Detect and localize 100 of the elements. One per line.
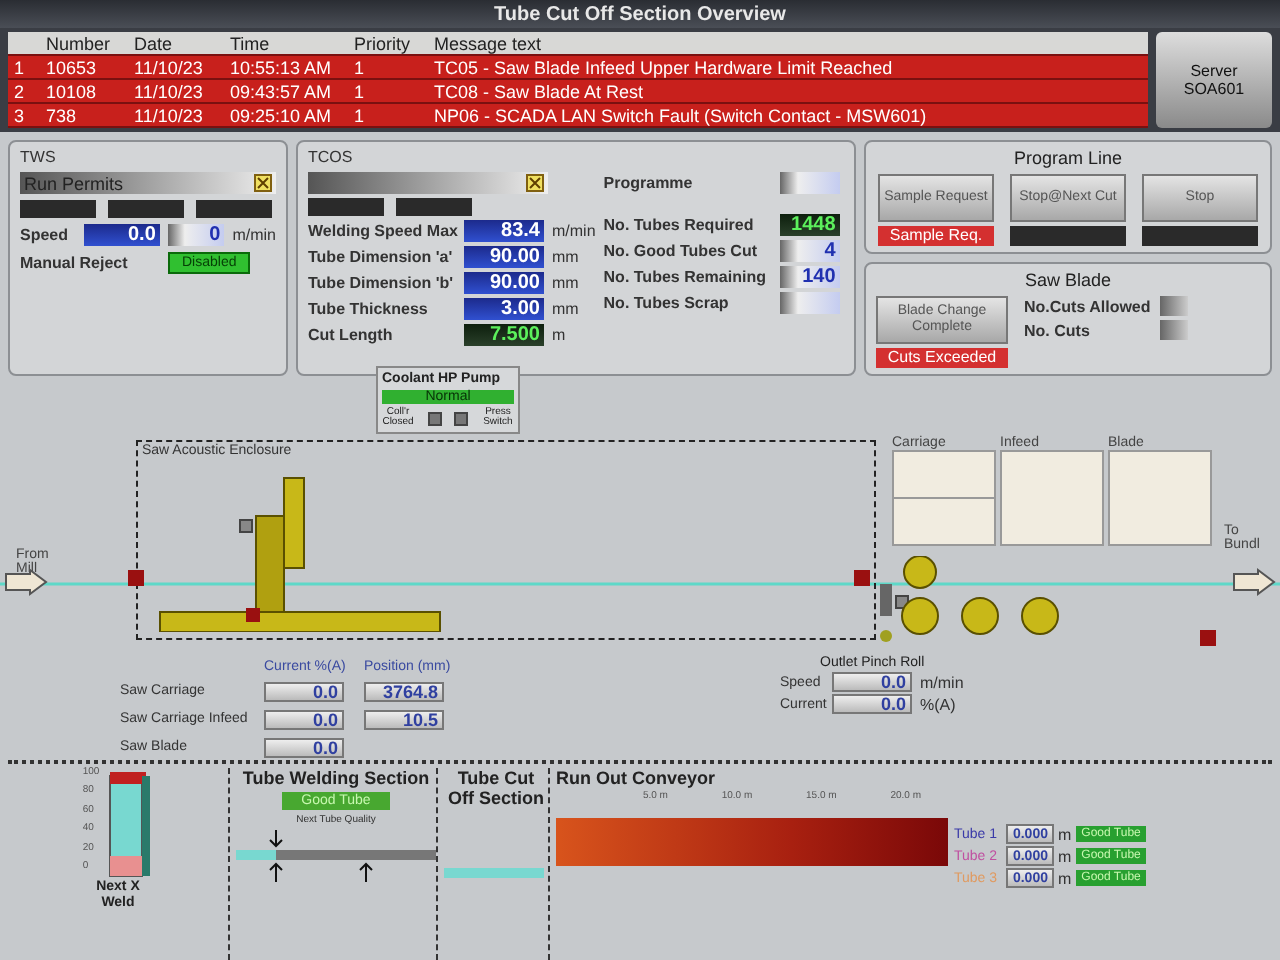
panel-title: Saw Blade bbox=[1022, 270, 1114, 290]
column-header: Time bbox=[228, 32, 272, 56]
sensor-icon bbox=[854, 570, 870, 586]
unit-label: m bbox=[552, 326, 566, 344]
programme-label: Programme bbox=[603, 174, 695, 192]
position-value: 10.5 bbox=[364, 709, 444, 729]
programme-field[interactable] bbox=[779, 172, 840, 194]
section-title: Run Out Conveyor bbox=[556, 768, 718, 788]
table-cell-text: 1 bbox=[352, 80, 367, 104]
table-cell-text: 10108 bbox=[44, 80, 99, 104]
unit-label: %(A) bbox=[920, 695, 956, 713]
unit-label: m/min bbox=[232, 226, 276, 244]
unit-label: m bbox=[1058, 869, 1072, 887]
sensor-icon bbox=[128, 570, 144, 586]
indicator-lamp bbox=[196, 200, 272, 218]
table-cell-text: TC05 - Saw Blade Infeed Upper Hardware Limit Reached bbox=[432, 56, 895, 80]
table-cell-text: TC08 - Saw Blade At Rest bbox=[432, 80, 646, 104]
parameter-label: Cut Length bbox=[308, 326, 395, 344]
current-value: 0.0 bbox=[264, 737, 344, 757]
parameter-value: 90.00 bbox=[464, 246, 544, 268]
counter-label: No. Tubes Scrap bbox=[603, 294, 731, 312]
counter-label: No. Tubes Required bbox=[603, 216, 756, 234]
counter-value: 4 bbox=[779, 240, 840, 262]
sensor-icon bbox=[1200, 630, 1216, 646]
counter-value bbox=[779, 292, 840, 314]
reading-value: 0.0 bbox=[832, 694, 912, 714]
table-cell-text: 11/10/23 bbox=[132, 104, 205, 128]
panel-title: Program Line bbox=[1011, 148, 1125, 168]
unit-label: mm bbox=[552, 300, 579, 318]
table-cell-text: 1 bbox=[352, 56, 367, 80]
unit-label: m/min bbox=[552, 222, 596, 240]
server-name: SOA601 bbox=[1183, 80, 1245, 98]
parameter-value: 3.00 bbox=[464, 298, 544, 320]
panel-title: TCOS bbox=[308, 148, 355, 166]
reading-value: 0.0 bbox=[832, 672, 912, 692]
table-cell-text: 1 bbox=[352, 104, 367, 128]
unit-label: m/min bbox=[920, 673, 964, 691]
tube-track-drawing bbox=[444, 868, 544, 878]
counter-label: No. Good Tubes Cut bbox=[603, 242, 760, 260]
table-cell-text: 11/10/23 bbox=[132, 80, 205, 104]
current-value: 0.0 bbox=[264, 681, 344, 701]
alarm-row[interactable]: 1 10653 11/10/23 10:55:13 AM 1 TC05 - Saw Blade Infeed Upper Hardware Limit Reached bbox=[8, 56, 1148, 80]
position-value: 3764.8 bbox=[364, 681, 444, 701]
indicator-lamp bbox=[308, 198, 384, 216]
column-header: Message text bbox=[432, 32, 544, 56]
column-header: Priority bbox=[352, 32, 413, 56]
station-panel bbox=[1108, 450, 1212, 546]
parameter-value: 90.00 bbox=[464, 272, 544, 294]
current-value: 0.0 bbox=[264, 709, 344, 729]
parameter-label: Tube Thickness bbox=[308, 300, 430, 318]
speed-setpoint-field[interactable]: 0 bbox=[167, 224, 225, 246]
table-cell-text: 11/10/23 bbox=[132, 56, 205, 80]
alarm-row[interactable]: 3 738 11/10/23 09:25:10 AM 1 NP06 - SCADA LAN Switch Fault (Switch Contact - MSW601) bbox=[8, 104, 1148, 128]
value-field bbox=[1160, 296, 1188, 316]
table-cell-text: NP06 - SCADA LAN Switch Fault (Switch Contact - MSW601) bbox=[432, 104, 929, 128]
unit-label: m bbox=[1058, 847, 1072, 865]
value-field bbox=[1160, 320, 1188, 340]
unit-label: mm bbox=[552, 274, 579, 292]
screen-title: Tube Cut Off Section Overview bbox=[0, 0, 1280, 28]
x-mark-icon bbox=[526, 174, 544, 192]
alarm-row[interactable]: 2 10108 11/10/23 09:43:57 AM 1 TC08 - Saw Blade At Rest bbox=[8, 80, 1148, 104]
parameter-label: Tube Dimension 'a' bbox=[308, 248, 455, 266]
indicator-lamp bbox=[20, 200, 96, 218]
station-panel bbox=[1000, 450, 1104, 546]
table-cell-text: 09:25:10 AM bbox=[228, 104, 334, 128]
arrow-right-icon bbox=[4, 568, 48, 596]
unit-label: mm bbox=[552, 248, 579, 266]
table-cell-text: 2 bbox=[12, 80, 27, 104]
counter-value: 1448 bbox=[779, 214, 840, 236]
table-cell-text: 3 bbox=[12, 104, 27, 128]
table-cell-text: 10:55:13 AM bbox=[228, 56, 334, 80]
counter-value: 140 bbox=[779, 266, 840, 288]
x-mark-icon bbox=[254, 174, 272, 192]
speed-value: 0.0 bbox=[84, 224, 160, 246]
table-cell-text: 09:43:57 AM bbox=[228, 80, 334, 104]
column-header: Date bbox=[132, 32, 175, 56]
field-label: No.Cuts Allowed bbox=[1024, 297, 1152, 315]
speed-label: Speed bbox=[20, 226, 71, 244]
parameter-value: 83.4 bbox=[464, 220, 544, 242]
status-indicator: Cuts Exceeded bbox=[876, 348, 1008, 368]
server-label: Server bbox=[1190, 62, 1238, 80]
permit-label: Run Permits bbox=[24, 173, 124, 193]
field-label: No. Cuts bbox=[1024, 321, 1092, 339]
table-cell-text: 1 bbox=[12, 56, 27, 80]
arrow-right-icon bbox=[1232, 568, 1276, 596]
status-indicator: Sample Req. bbox=[878, 226, 994, 246]
parameter-label: Tube Dimension 'b' bbox=[308, 274, 456, 292]
section-title: Tube Cut Off Section bbox=[445, 768, 546, 808]
section-title: Tube Welding Section bbox=[240, 768, 432, 788]
indicator-lamp bbox=[108, 200, 184, 218]
counter-label: No. Tubes Remaining bbox=[603, 268, 768, 286]
parameter-label: Welding Speed Max bbox=[308, 222, 456, 240]
indicator-lamp bbox=[396, 198, 472, 216]
column-header: Number bbox=[44, 32, 113, 56]
parameter-value: 7.500 bbox=[464, 324, 544, 346]
table-cell-text: 10653 bbox=[44, 56, 99, 80]
manual-reject-label: Manual Reject bbox=[20, 254, 130, 272]
unit-label: m bbox=[1058, 825, 1072, 843]
panel-title: TWS bbox=[20, 148, 58, 166]
station-panel bbox=[892, 450, 996, 546]
